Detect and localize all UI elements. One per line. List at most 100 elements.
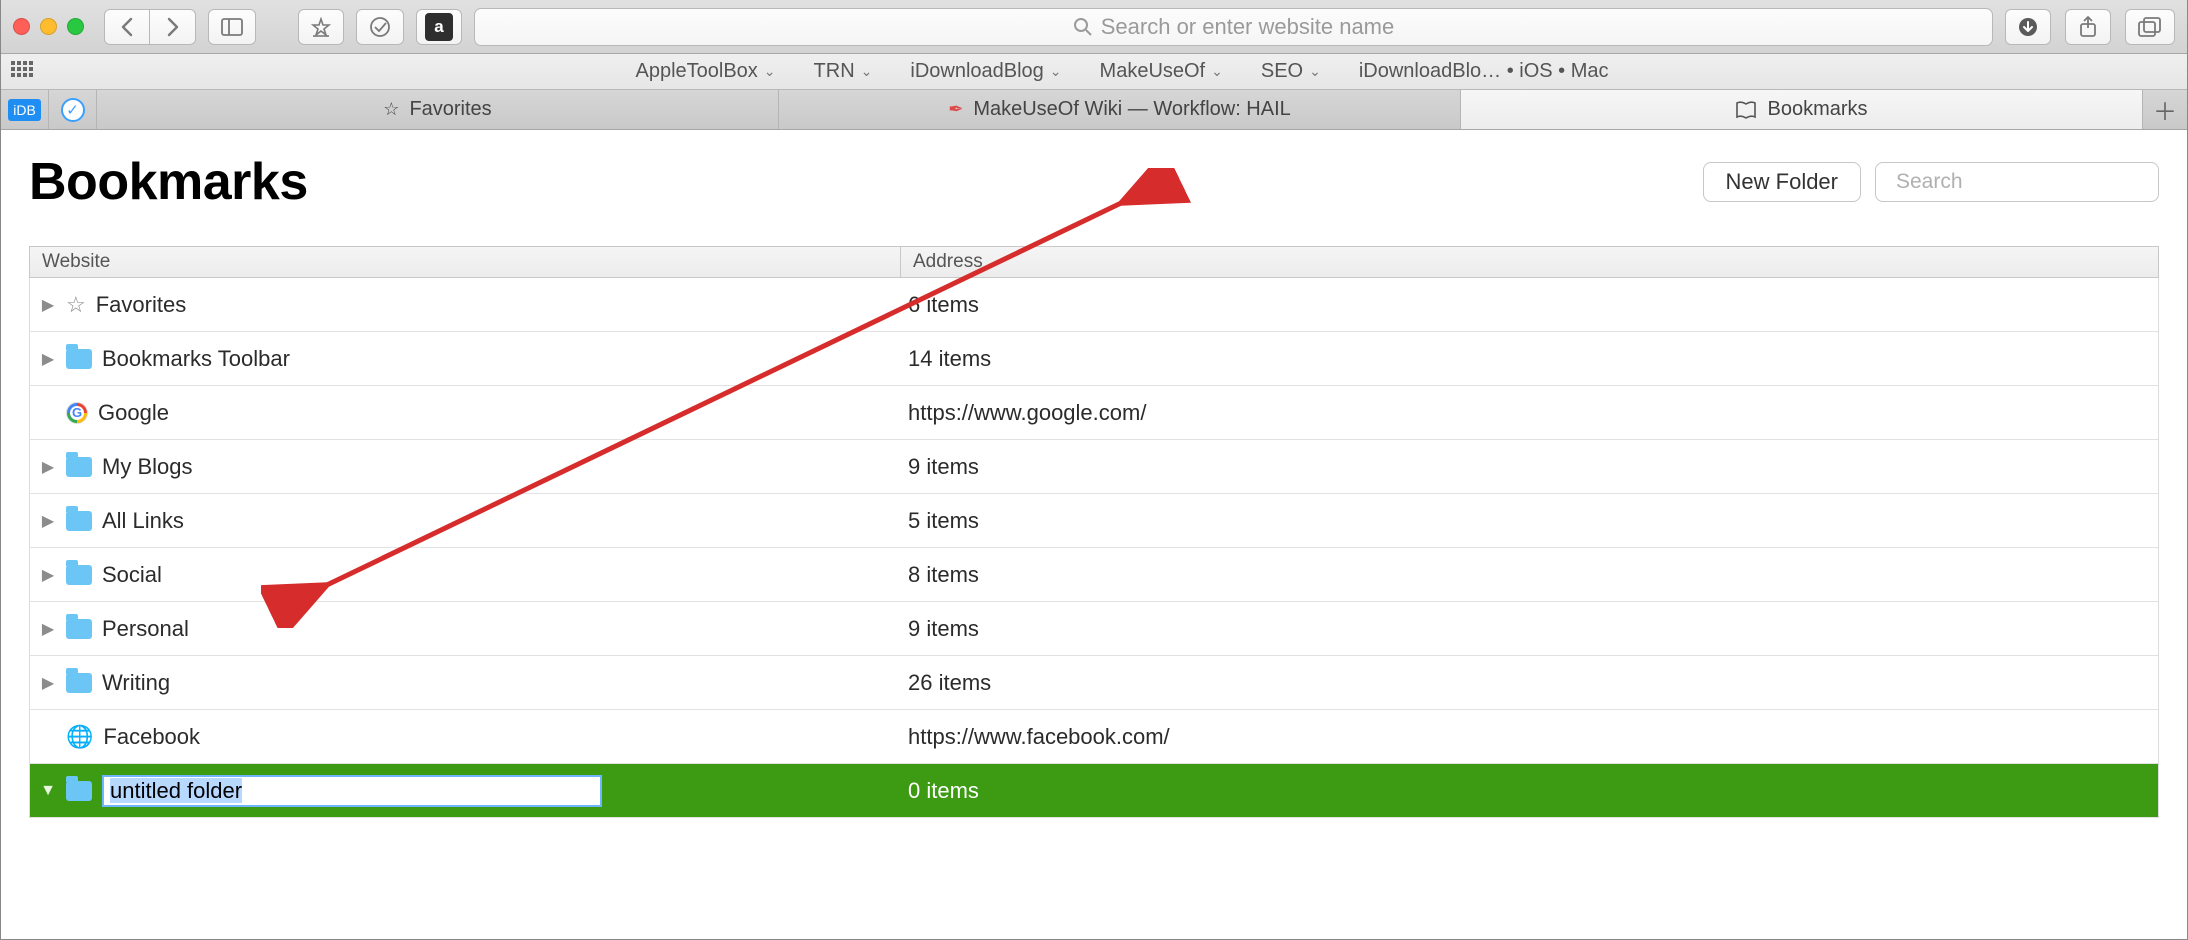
row-address: https://www.google.com/	[900, 400, 2158, 426]
disclosure-open-icon[interactable]: ▼	[40, 782, 56, 800]
star-icon: ☆	[383, 99, 399, 120]
column-header-address[interactable]: Address	[900, 247, 2158, 277]
folder-icon	[66, 619, 92, 639]
idb-icon: iDB	[8, 99, 41, 121]
disclosure-closed-icon[interactable]: ▶	[40, 295, 56, 315]
table-row[interactable]: ▶ Bookmarks Toolbar 14 items	[30, 332, 2158, 386]
row-address: https://www.facebook.com/	[900, 724, 2158, 750]
new-tab-button[interactable]: ＋	[2143, 90, 2187, 129]
table-row[interactable]: ▼ untitled folder 0 items	[30, 764, 2158, 818]
favorites-bar-label: TRN	[814, 60, 855, 83]
disclosure-closed-icon[interactable]: ▶	[40, 673, 56, 693]
nav-back-forward	[104, 9, 196, 45]
disclosure-closed-icon[interactable]: ▶	[40, 619, 56, 639]
forward-button[interactable]	[150, 9, 196, 45]
fullscreen-window-button[interactable]	[67, 18, 84, 35]
sidebar-toggle-button[interactable]	[208, 9, 256, 45]
tab-bookmarks[interactable]: Bookmarks	[1461, 90, 2143, 129]
disclosure-closed-icon[interactable]: ▶	[40, 565, 56, 585]
tab-makeuseof-wiki[interactable]: ✒ MakeUseOf Wiki — Workflow: HAIL	[779, 90, 1461, 129]
top-sites-button[interactable]	[298, 9, 344, 45]
row-address: 0 items	[900, 778, 2158, 804]
table-row[interactable]: 🌐Facebookhttps://www.facebook.com/	[30, 710, 2158, 764]
favorites-bar-item[interactable]: MakeUseOf ⌄	[1100, 60, 1223, 83]
chevron-down-icon: ⌄	[1050, 63, 1062, 80]
google-favicon-icon	[66, 402, 88, 424]
favorites-bar-item[interactable]: SEO⌄	[1261, 60, 1321, 83]
row-address: 9 items	[900, 616, 2158, 642]
share-button[interactable]	[2065, 9, 2111, 45]
table-row[interactable]: ▶ ☆ Favorites 6 items	[30, 278, 2158, 332]
row-name: Bookmarks Toolbar	[102, 346, 290, 372]
disclosure-closed-icon[interactable]: ▶	[40, 511, 56, 531]
favorites-bar-label: AppleToolBox	[635, 60, 757, 83]
chevron-down-icon: ⌄	[1309, 63, 1321, 80]
table-row[interactable]: ▶ All Links 5 items	[30, 494, 2158, 548]
search-input[interactable]	[1896, 170, 2167, 194]
table-header: Website Address	[29, 246, 2159, 278]
row-address: 6 items	[900, 292, 2158, 318]
row-address: 26 items	[900, 670, 2158, 696]
bookmarks-search[interactable]	[1875, 162, 2159, 202]
amazon-extension-button[interactable]: a	[416, 9, 462, 45]
toolbar-right	[2005, 9, 2175, 45]
show-all-tabs-button[interactable]	[2125, 9, 2175, 45]
search-icon	[1073, 17, 1093, 37]
row-name: Writing	[102, 670, 170, 696]
downloads-button[interactable]	[2005, 9, 2051, 45]
folder-icon	[66, 781, 92, 801]
traffic-lights	[13, 18, 84, 35]
tab-favorites[interactable]: ☆ Favorites	[97, 90, 779, 129]
row-address: 14 items	[900, 346, 2158, 372]
chevron-down-icon: ⌄	[764, 63, 776, 80]
disclosure-closed-icon[interactable]: ▶	[40, 457, 56, 477]
back-button[interactable]	[104, 9, 150, 45]
pinned-tab-check[interactable]: ✓	[49, 90, 97, 129]
folder-icon	[66, 565, 92, 585]
new-folder-button[interactable]: New Folder	[1703, 162, 1861, 202]
table-row[interactable]: ▶Personal9 items	[30, 602, 2158, 656]
favorites-bar-label: iDownloadBlo… • iOS • Mac	[1359, 60, 1609, 83]
row-name: Facebook	[103, 724, 200, 750]
folder-icon	[66, 511, 92, 531]
close-window-button[interactable]	[13, 18, 30, 35]
disclosure-closed-icon[interactable]: ▶	[40, 349, 56, 369]
table-row[interactable]: ▶ Writing 26 items	[30, 656, 2158, 710]
row-address: 8 items	[900, 562, 2158, 588]
pinned-tab-idb[interactable]: iDB	[1, 90, 49, 129]
favorites-bar: AppleToolBox⌄TRN⌄iDownloadBlog⌄MakeUseOf…	[1, 54, 2187, 90]
favorites-bar-item[interactable]: iDownloadBlog ⌄	[910, 60, 1061, 83]
folder-icon	[66, 457, 92, 477]
row-name: Social	[102, 562, 162, 588]
check-icon: ✓	[61, 98, 85, 122]
row-name: All Links	[102, 508, 184, 534]
book-icon	[1735, 101, 1757, 119]
favorites-bar-item[interactable]: AppleToolBox ⌄	[635, 60, 775, 83]
tab-label: Bookmarks	[1767, 98, 1867, 121]
table-row[interactable]: ▶ Social 8 items	[30, 548, 2158, 602]
apps-grid-icon[interactable]	[11, 61, 33, 83]
amazon-icon: a	[425, 13, 453, 41]
row-name: My Blogs	[102, 454, 192, 480]
favorites-bar-item[interactable]: TRN ⌄	[814, 60, 873, 83]
chevron-down-icon: ⌄	[1211, 63, 1223, 80]
bookmarks-page: Bookmarks New Folder Website Address ▶☆F…	[1, 130, 2187, 818]
row-name: Favorites	[96, 292, 186, 318]
table-row[interactable]: Googlehttps://www.google.com/	[30, 386, 2158, 440]
favorites-bar-label: MakeUseOf	[1100, 60, 1206, 83]
minimize-window-button[interactable]	[40, 18, 57, 35]
bookmarks-table: Website Address ▶ ☆ Favorites 6 items ▶ Bookm…	[29, 246, 2159, 818]
folder-icon	[66, 673, 92, 693]
favorites-bar-label: iDownloadBlog	[910, 60, 1043, 83]
table-row[interactable]: ▶My Blogs9 items	[30, 440, 2158, 494]
row-address: 5 items	[900, 508, 2158, 534]
reading-list-button[interactable]	[356, 9, 404, 45]
favorites-bar-item[interactable]: iDownloadBlo… • iOS • Mac	[1359, 60, 1609, 83]
address-bar[interactable]: Search or enter website name	[474, 8, 1993, 46]
tab-label: Favorites	[409, 98, 491, 121]
rename-input[interactable]: untitled folder	[102, 775, 602, 807]
chevron-down-icon: ⌄	[861, 63, 873, 80]
column-header-website[interactable]: Website	[30, 247, 900, 277]
tab-label: MakeUseOf Wiki — Workflow: HAIL	[973, 98, 1290, 121]
star-icon: ☆	[66, 292, 86, 318]
